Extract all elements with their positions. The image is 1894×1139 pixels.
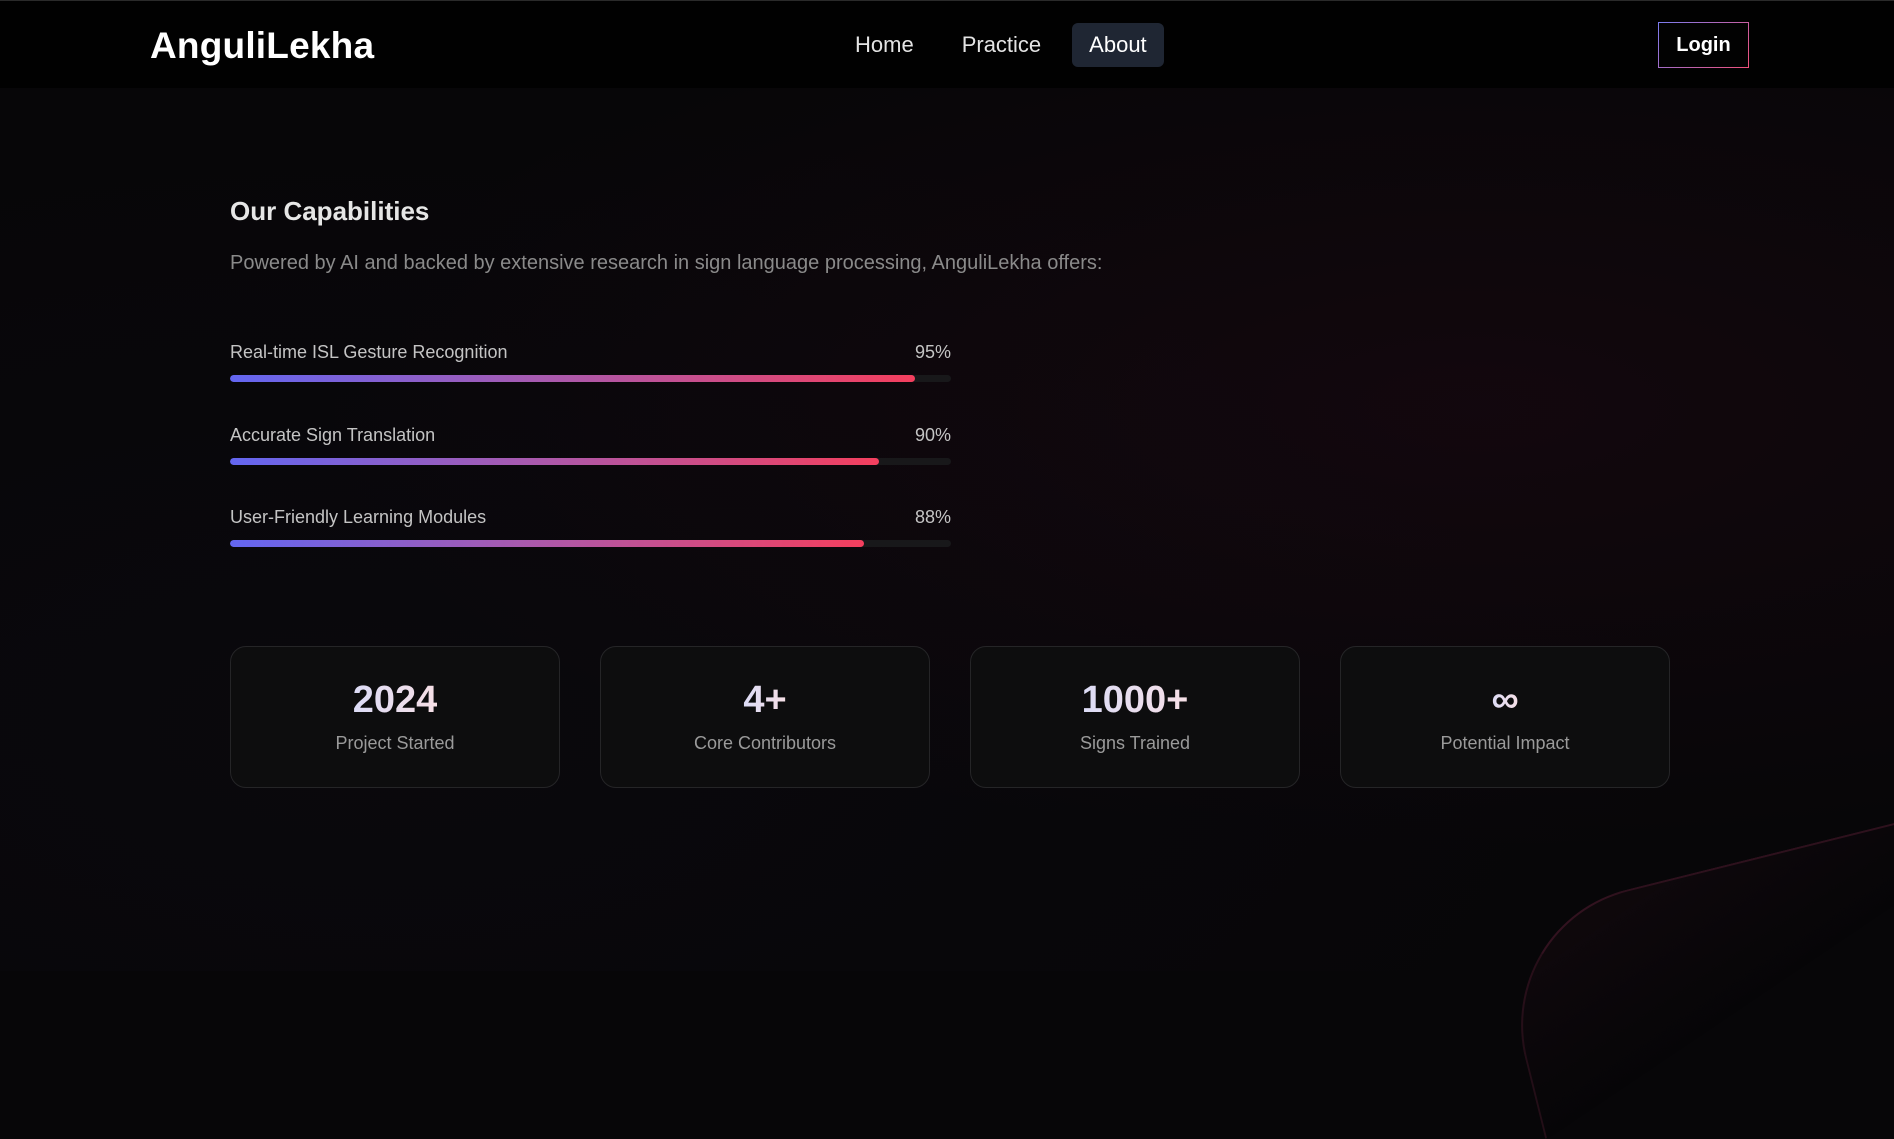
skill-progress-track [230,375,951,382]
stat-label: Project Started [335,733,455,753]
stat-label: Potential Impact [1440,733,1570,753]
stat-card-signs-trained: 1000+ Signs Trained [970,646,1300,788]
stat-card-core-contributors: 4+ Core Contributors [600,646,930,788]
corner-decoration [1491,821,1894,1139]
skill-progress-fill [230,375,915,382]
skill-item: Accurate Sign Translation 90% [230,425,951,465]
stats-row: 2024 Project Started 4+ Core Contributor… [230,646,1670,788]
skill-label: User-Friendly Learning Modules [230,507,487,527]
stat-value: 4+ [743,679,787,721]
capabilities-title: Our Capabilities [230,196,430,226]
skill-header: Accurate Sign Translation 90% [230,425,951,446]
skill-progress-track [230,540,951,547]
nav-about[interactable]: About [1072,23,1164,67]
skill-label: Accurate Sign Translation [230,425,436,445]
skill-label: Real-time ISL Gesture Recognition [230,342,508,362]
stat-value: 2024 [352,679,438,721]
skill-item: User-Friendly Learning Modules 88% [230,507,951,547]
nav-practice[interactable]: Practice [945,23,1058,67]
skill-percent: 90% [914,425,951,445]
nav-home[interactable]: Home [838,23,931,67]
skill-progress-fill [230,458,879,465]
capabilities-description: Powered by AI and backed by extensive re… [230,252,1103,274]
skill-progress-track [230,458,951,465]
stat-card-project-started: 2024 Project Started [230,646,560,788]
skill-progress-fill [230,540,865,547]
stat-label: Signs Trained [1079,733,1191,753]
skill-header: User-Friendly Learning Modules 88% [230,507,951,528]
navbar: AnguliLekha Home Practice About Login [0,0,1894,88]
skill-header: Real-time ISL Gesture Recognition 95% [230,342,951,363]
stat-value: 1000+ [1081,679,1189,721]
main-nav: Home Practice About [838,23,1164,67]
skill-percent: 95% [914,342,951,362]
stat-card-potential-impact: ∞ Potential Impact [1340,646,1670,788]
brand-logo[interactable]: AnguliLekha [150,25,374,67]
stat-value: ∞ [1491,679,1519,721]
background-glow [0,0,1894,971]
stat-label: Core Contributors [693,733,837,753]
skill-percent: 88% [914,507,951,527]
login-button[interactable]: Login [1658,22,1749,68]
skill-item: Real-time ISL Gesture Recognition 95% [230,342,951,382]
